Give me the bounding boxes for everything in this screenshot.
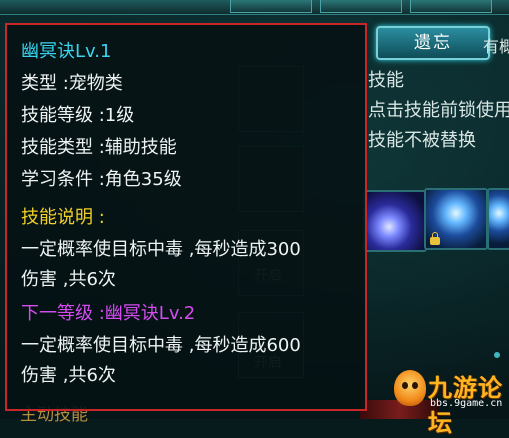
mascot-eye — [402, 382, 408, 389]
mascot-logo-icon — [394, 370, 426, 406]
next-level-heading: 下一等级 :幽冥诀Lv.2 — [21, 303, 196, 324]
scroll-indicator[interactable] — [494, 352, 500, 358]
next-level-line: 一定概率使目标中毒 ,每秒造成600 — [21, 335, 301, 356]
top-tab-active[interactable] — [320, 0, 402, 13]
skill-type-category: 类型 :宠物类 — [21, 73, 123, 94]
panel-hint-line: 点击技能前锁使用 — [368, 100, 509, 121]
skill-name: 幽冥诀Lv.1 — [21, 41, 112, 62]
skill-icon — [489, 190, 509, 248]
skill-slot-vortex[interactable] — [363, 190, 427, 252]
skill-slot-partial[interactable] — [487, 188, 509, 250]
panel-hint-partial: 有概 — [483, 37, 509, 56]
top-tab-strip — [0, 0, 509, 15]
panel-hint-line: 技能不被替换 — [368, 130, 476, 151]
skill-level: 技能等级 :1级 — [21, 105, 135, 126]
mascot-eye — [412, 382, 418, 389]
forget-button[interactable]: 遗忘 — [376, 26, 490, 60]
description-heading: 技能说明 : — [21, 207, 105, 228]
forum-watermark: 九游论坛 bbs.9game.cn — [394, 366, 506, 437]
description-line: 伤害 ,共6次 — [21, 269, 116, 290]
vortex-skill-icon — [365, 192, 425, 250]
description-line: 一定概率使目标中毒 ,每秒造成300 — [21, 239, 301, 260]
skill-kind: 技能类型 :辅助技能 — [21, 137, 177, 158]
next-level-line: 伤害 ,共6次 — [21, 365, 116, 386]
watermark-url: bbs.9game.cn — [430, 398, 503, 409]
skill-slot-lightning[interactable] — [424, 188, 488, 250]
lock-icon — [430, 232, 440, 245]
skill-tooltip: 幽冥诀Lv.1 类型 :宠物类 技能等级 :1级 技能类型 :辅助技能 学习条件… — [5, 23, 367, 411]
learn-requirement: 学习条件 :角色35级 — [21, 169, 182, 190]
top-tab[interactable] — [230, 0, 312, 13]
top-tab[interactable] — [410, 0, 492, 13]
panel-hint-line: 技能 — [368, 70, 404, 91]
